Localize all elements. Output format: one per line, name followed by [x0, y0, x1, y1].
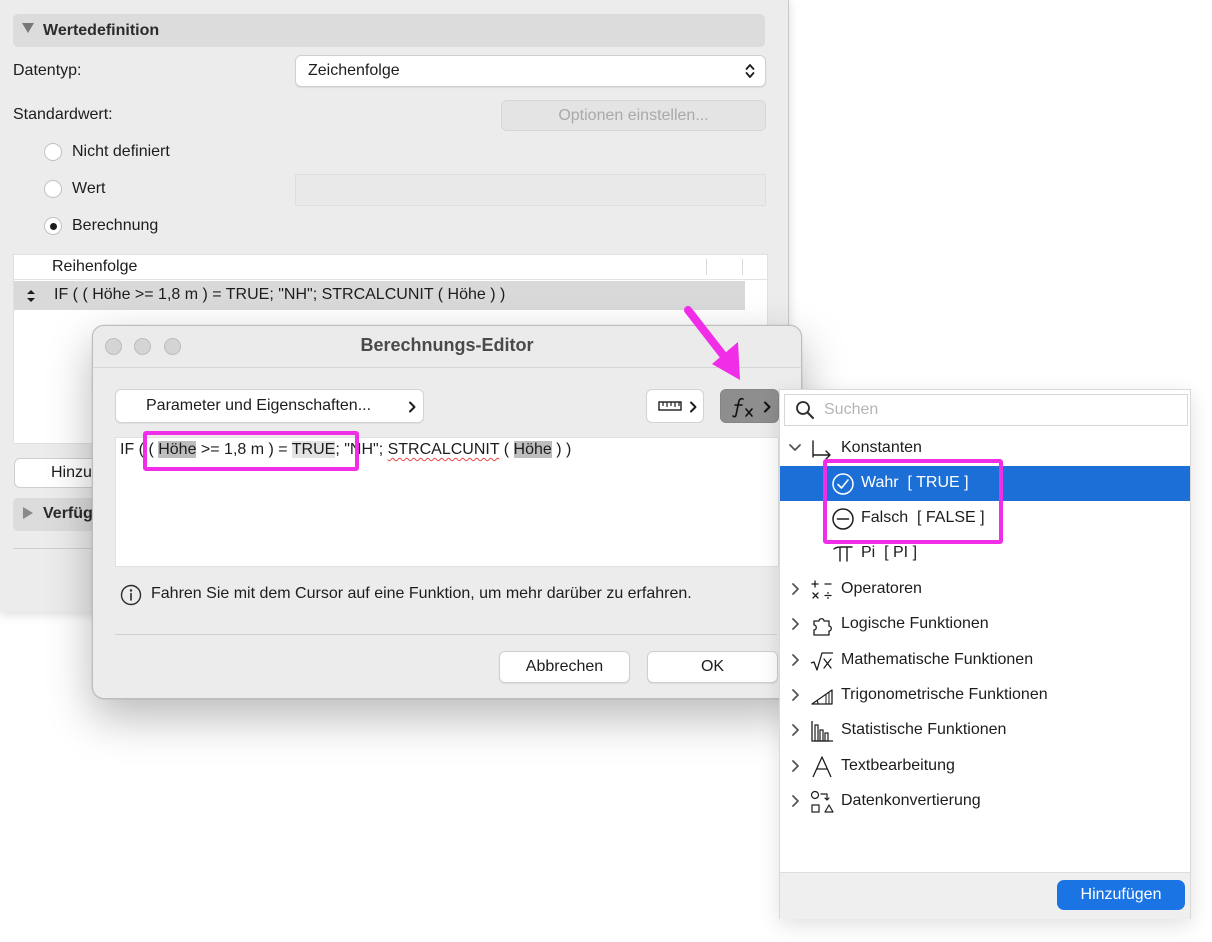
section-title: Wertedefinition — [43, 22, 160, 39]
operators-icon — [811, 580, 832, 599]
radio-nicht-definiert[interactable] — [44, 143, 62, 161]
ok-button[interactable]: OK — [647, 651, 778, 683]
category-trigonometrische-funktionen[interactable]: Trigonometrische Funktionen — [780, 678, 1190, 713]
puzzle-icon — [813, 618, 832, 636]
search-icon — [796, 401, 814, 419]
category-operatoren[interactable]: Operatoren — [780, 572, 1190, 607]
category-datenkonvertierung[interactable]: Datenkonvertierung — [780, 784, 1190, 819]
search-field[interactable]: Suchen — [784, 394, 1188, 426]
triangle-angle-icon — [811, 689, 833, 705]
chevron-right-icon[interactable] — [788, 687, 802, 703]
formula-function-token[interactable]: STRCALCUNIT — [388, 441, 500, 458]
standardwert-label: Standardwert: — [13, 106, 113, 123]
chevron-right-icon[interactable] — [788, 616, 802, 632]
category-label: Trigonometrische Funktionen — [841, 686, 1048, 703]
disclosure-triangle-icon[interactable] — [22, 23, 34, 33]
chevron-right-icon — [409, 401, 416, 413]
category-label: Konstanten — [841, 439, 922, 456]
formula-token: ( — [499, 441, 514, 458]
category-label: Textbearbeitung — [841, 757, 955, 774]
disclosure-triangle-icon[interactable] — [23, 507, 33, 519]
category-logische-funktionen[interactable]: Logische Funktionen — [780, 607, 1190, 642]
column-divider — [742, 259, 743, 275]
category-statistische-funktionen[interactable]: Statistische Funktionen — [780, 713, 1190, 748]
chevron-right-icon[interactable] — [788, 758, 802, 774]
category-label: Datenkonvertierung — [841, 792, 981, 809]
chevron-down-icon[interactable] — [788, 440, 802, 456]
category-mathematische-funktionen[interactable]: Mathematische Funktionen — [780, 643, 1190, 678]
add-function-button[interactable]: Hinzufügen — [1057, 880, 1185, 910]
chevron-right-icon[interactable] — [788, 793, 802, 809]
divider — [115, 634, 777, 635]
search-placeholder: Suchen — [824, 401, 879, 418]
table-row[interactable]: IF ( ( Höhe >= 1,8 m ) = TRUE; "NH"; STR… — [14, 281, 745, 310]
optionen-button[interactable]: Optionen einstellen... — [501, 100, 766, 131]
datentyp-select[interactable]: Zeichenfolge — [295, 55, 766, 87]
formula-token: IF — [120, 441, 139, 458]
radio-wert-label: Wert — [72, 180, 106, 197]
column-header-reihenfolge[interactable]: Reihenfolge — [52, 258, 137, 276]
column-divider — [706, 259, 707, 275]
chevron-right-icon[interactable] — [788, 652, 802, 668]
annotation-highlight-formula — [143, 431, 359, 471]
category-label: Logische Funktionen — [841, 615, 989, 632]
annotation-arrow-icon — [684, 306, 740, 380]
radio-wert[interactable] — [44, 180, 62, 198]
datentyp-label: Datentyp: — [13, 62, 82, 79]
category-label: Mathematische Funktionen — [841, 651, 1034, 668]
category-label: Operatoren — [841, 580, 922, 597]
item-label: Pi [ PI ] — [861, 544, 918, 561]
info-icon — [120, 584, 142, 606]
units-button[interactable] — [646, 389, 704, 423]
function-fx-icon — [732, 397, 753, 418]
add-button-label: Hinzu — [51, 464, 92, 481]
table-header: Reihenfolge — [14, 255, 767, 280]
updown-chevron-icon — [745, 64, 755, 78]
radio-berechnung-label: Berechnung — [72, 217, 159, 234]
text-letter-icon — [812, 756, 832, 778]
wert-input[interactable] — [295, 174, 766, 206]
section-title: Verfüg — [43, 505, 93, 522]
parameters-properties-button[interactable]: Parameter und Eigenschaften... — [115, 389, 424, 423]
drag-handle-icon[interactable] — [26, 289, 36, 303]
shapes-convert-icon — [810, 790, 834, 813]
datentyp-value: Zeichenfolge — [308, 62, 400, 79]
formula-token: ) ) — [551, 441, 572, 458]
ruler-icon — [658, 401, 682, 411]
pi-icon — [833, 546, 853, 562]
functions-button[interactable] — [720, 389, 779, 423]
formula-parameter-token[interactable]: Höhe — [513, 441, 552, 458]
chevron-right-icon — [690, 401, 697, 413]
radio-berechnung[interactable] — [44, 217, 62, 235]
info-text: Fahren Sie mit dem Cursor auf eine Funkt… — [151, 585, 692, 602]
chevron-right-icon[interactable] — [788, 722, 802, 738]
bar-chart-icon — [811, 721, 833, 742]
constant-arrow-icon — [812, 440, 831, 460]
annotation-highlight-constants — [823, 459, 1003, 544]
chevron-right-icon[interactable] — [788, 581, 802, 597]
radio-nicht-definiert-label: Nicht definiert — [72, 143, 170, 160]
section-header-wertedefinition[interactable]: Wertedefinition — [13, 14, 765, 47]
cancel-button[interactable]: Abbrechen — [499, 651, 630, 683]
chevron-right-icon — [764, 401, 771, 413]
category-textbearbeitung[interactable]: Textbearbeitung — [780, 749, 1190, 784]
table-cell-formula: IF ( ( Höhe >= 1,8 m ) = TRUE; "NH"; STR… — [54, 286, 506, 303]
parameters-button-label: Parameter und Eigenschaften... — [146, 397, 372, 414]
square-root-icon — [810, 652, 833, 671]
category-label: Statistische Funktionen — [841, 721, 1007, 738]
